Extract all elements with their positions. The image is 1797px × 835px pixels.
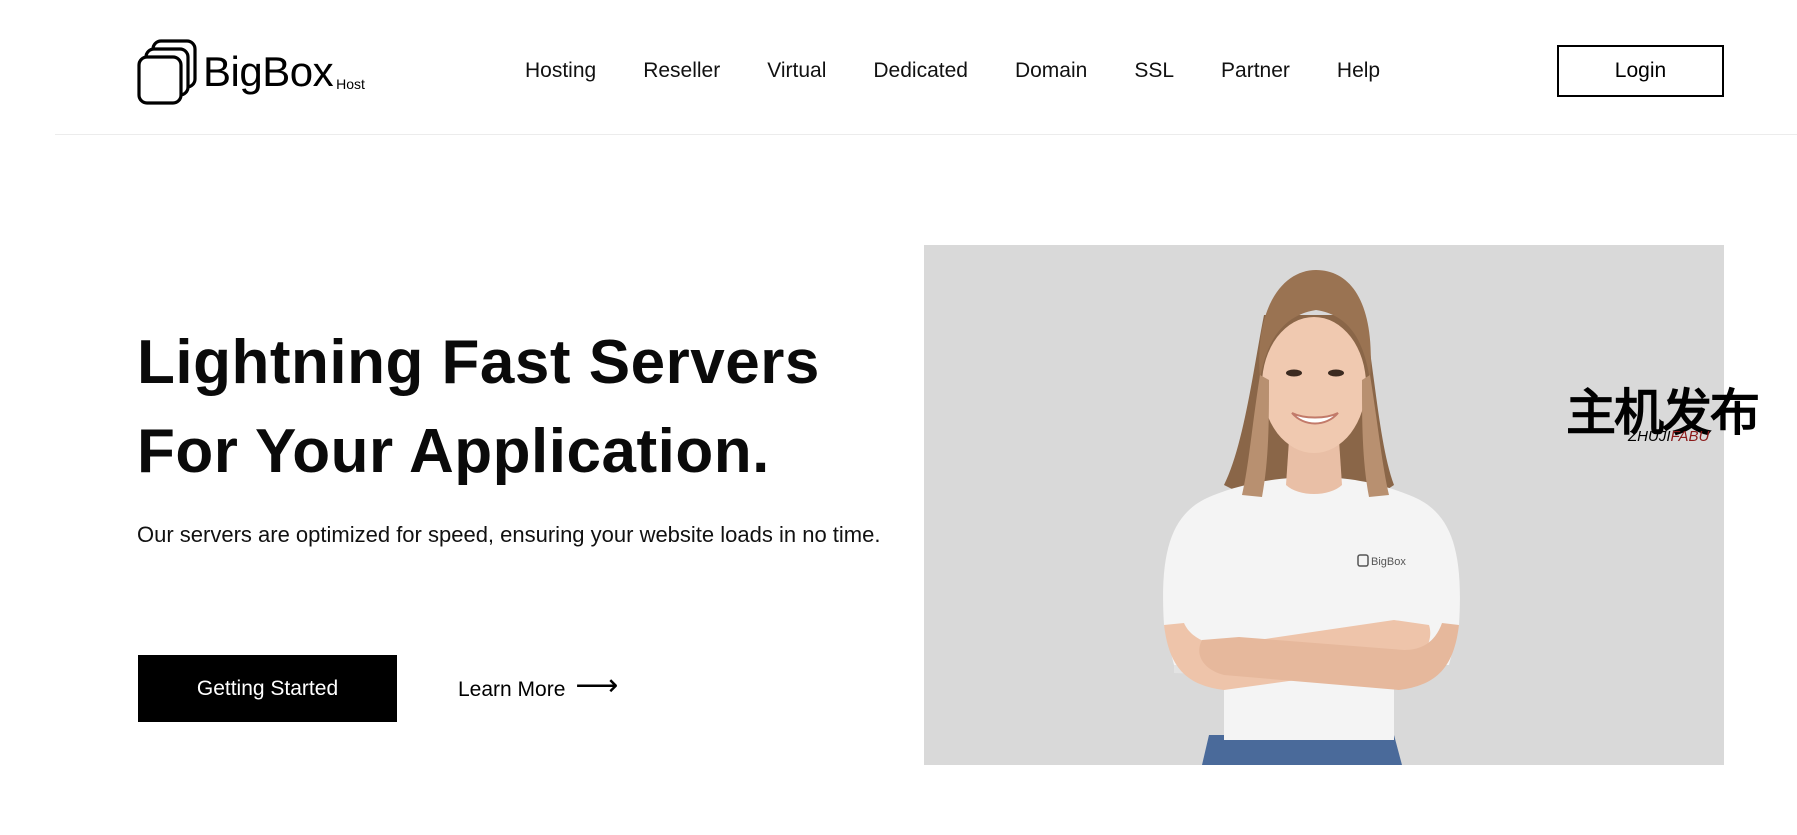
hero-title-line-2: For Your Application. [137, 417, 770, 486]
nav-item-partner[interactable]: Partner [1221, 56, 1290, 86]
hero-image: BigBox [924, 245, 1724, 765]
watermark-latin-part-2: FABU [1670, 428, 1710, 445]
nav-item-help[interactable]: Help [1337, 56, 1380, 86]
learn-more-label: Learn More [458, 678, 566, 701]
nav-item-reseller[interactable]: Reseller [643, 56, 720, 86]
arrow-right-icon: ⟶ [575, 669, 619, 702]
shirt-logo-text: BigBox [1371, 556, 1406, 568]
hero-title-line-1: Lightning Fast Servers [137, 328, 820, 397]
getting-started-button[interactable]: Getting Started [138, 655, 397, 722]
nav-item-ssl[interactable]: SSL [1134, 56, 1174, 86]
nav-item-virtual[interactable]: Virtual [767, 56, 826, 86]
header-divider [55, 134, 1797, 135]
watermark-latin-text: ZHUJIFABU [1628, 429, 1709, 445]
watermark-latin-part-1: ZHUJI [1628, 428, 1671, 445]
logo-subtext: Host [336, 76, 365, 92]
brand-logo[interactable]: BigBox Host [137, 37, 365, 105]
main-navigation: Hosting Reseller Virtual Dedicated Domai… [525, 56, 1380, 86]
watermark-logo: 主机发布 ZHUJIFABU [1566, 385, 1770, 451]
logo-wordmark: BigBox [203, 48, 334, 95]
stacked-box-logo-icon [137, 39, 197, 105]
login-button[interactable]: Login [1557, 45, 1724, 97]
smiling-woman-photo: BigBox [924, 245, 1724, 765]
site-header: BigBox Host Hosting Reseller Virtual Ded… [0, 0, 1797, 136]
hero-description: Our servers are optimized for speed, ens… [137, 522, 881, 547]
nav-item-dedicated[interactable]: Dedicated [873, 56, 968, 86]
nav-item-domain[interactable]: Domain [1015, 56, 1087, 86]
hero-title: Lightning Fast Servers For Your Applicat… [137, 318, 897, 496]
nav-item-hosting[interactable]: Hosting [525, 56, 596, 86]
learn-more-link[interactable]: Learn More ⟶ [458, 668, 618, 712]
